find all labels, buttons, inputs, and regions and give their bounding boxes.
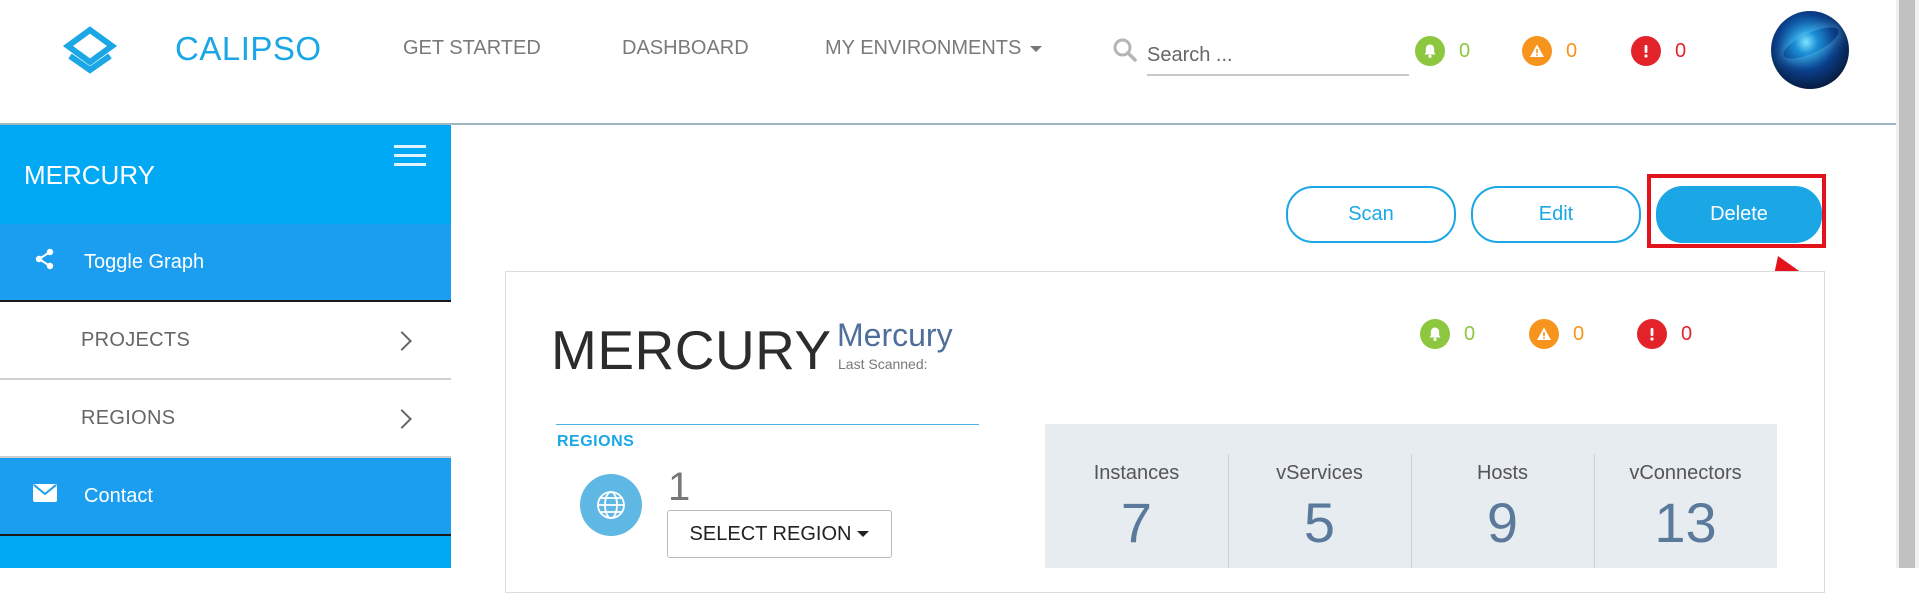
nav-my-environments[interactable]: MY ENVIRONMENTS xyxy=(825,37,1043,60)
regions-divider xyxy=(556,424,979,425)
error-icon xyxy=(1637,319,1667,349)
stat-instances[interactable]: Instances 7 xyxy=(1045,424,1228,568)
bell-icon xyxy=(1420,319,1450,349)
sidebar-item-label: REGIONS xyxy=(81,407,176,429)
user-avatar[interactable] xyxy=(1771,11,1849,89)
stat-label: vServices xyxy=(1276,462,1363,484)
stat-hosts[interactable]: Hosts 9 xyxy=(1411,424,1594,568)
envelope-icon xyxy=(33,484,57,502)
region-count: 1 xyxy=(668,465,691,509)
hamburger-menu-icon[interactable] xyxy=(394,145,426,167)
search-icon[interactable] xyxy=(1113,38,1137,62)
header-notification-count: 0 xyxy=(1459,39,1471,62)
select-region-label: SELECT REGION xyxy=(689,522,852,545)
nav-get-started[interactable]: GET STARTED xyxy=(403,37,541,60)
globe-icon xyxy=(580,474,642,536)
delete-highlight-box xyxy=(1647,174,1826,248)
header-warning-status[interactable]: 0 xyxy=(1522,36,1577,66)
select-region-dropdown[interactable]: SELECT REGION xyxy=(667,510,892,558)
warning-icon xyxy=(1522,36,1552,66)
env-notification-status[interactable]: 0 xyxy=(1420,319,1475,349)
regions-section-label: REGIONS xyxy=(557,433,635,450)
caret-down-icon xyxy=(857,531,870,537)
environment-stats-panel: Instances 7 vServices 5 Hosts 9 vConnect… xyxy=(1045,424,1777,568)
sidebar-item-label: PROJECTS xyxy=(81,329,191,351)
edit-button[interactable]: Edit xyxy=(1471,186,1641,243)
sidebar-item-contact[interactable]: Contact xyxy=(0,458,451,536)
stat-vservices[interactable]: vServices 5 xyxy=(1228,424,1411,568)
chevron-right-icon xyxy=(392,331,412,351)
stat-label: Hosts xyxy=(1476,462,1529,484)
calipso-logo-icon[interactable] xyxy=(62,26,118,80)
warning-icon xyxy=(1529,319,1559,349)
env-notification-count: 0 xyxy=(1464,322,1476,345)
sidebar-item-projects[interactable]: PROJECTS xyxy=(0,302,451,380)
header-notification-status[interactable]: 0 xyxy=(1415,36,1470,66)
search-input[interactable] xyxy=(1147,36,1409,76)
chevron-right-icon xyxy=(392,409,412,429)
stat-vconnectors[interactable]: vConnectors 13 xyxy=(1594,424,1777,568)
header-error-count: 0 xyxy=(1675,39,1687,62)
header-error-status[interactable]: 0 xyxy=(1631,36,1686,66)
env-warning-count: 0 xyxy=(1573,322,1585,345)
brand-name[interactable]: CALIPSO xyxy=(175,30,322,68)
sidebar-title: MERCURY xyxy=(24,160,155,190)
env-warning-status[interactable]: 0 xyxy=(1529,319,1584,349)
page-scrollbar-thumb[interactable] xyxy=(1899,0,1915,568)
sidebar-item-toggle-graph[interactable]: Toggle Graph xyxy=(0,224,451,302)
scan-button[interactable]: Scan xyxy=(1286,186,1456,243)
share-icon xyxy=(35,248,54,270)
environment-display-name: Mercury xyxy=(837,317,953,353)
stat-value: 13 xyxy=(1654,491,1717,554)
stat-value: 5 xyxy=(1303,491,1336,554)
header-warning-count: 0 xyxy=(1566,39,1578,62)
stat-label: vConnectors xyxy=(1629,462,1742,484)
sidebar-item-label: Contact xyxy=(84,485,153,507)
bell-icon xyxy=(1415,36,1445,66)
error-icon xyxy=(1631,36,1661,66)
stat-value: 9 xyxy=(1486,491,1519,554)
nav-my-environments-label: MY ENVIRONMENTS xyxy=(825,37,1022,59)
sidebar-item-label: Toggle Graph xyxy=(84,251,205,273)
last-scanned-label: Last Scanned: xyxy=(838,356,928,372)
sidebar-item-regions[interactable]: REGIONS xyxy=(0,380,451,458)
nav-dashboard[interactable]: DASHBOARD xyxy=(622,37,749,60)
env-error-status[interactable]: 0 xyxy=(1637,319,1692,349)
environment-name: MERCURY xyxy=(551,319,832,381)
env-error-count: 0 xyxy=(1681,322,1693,345)
stat-value: 7 xyxy=(1120,491,1153,554)
stat-label: Instances xyxy=(1093,462,1180,484)
caret-down-icon xyxy=(1030,45,1043,52)
